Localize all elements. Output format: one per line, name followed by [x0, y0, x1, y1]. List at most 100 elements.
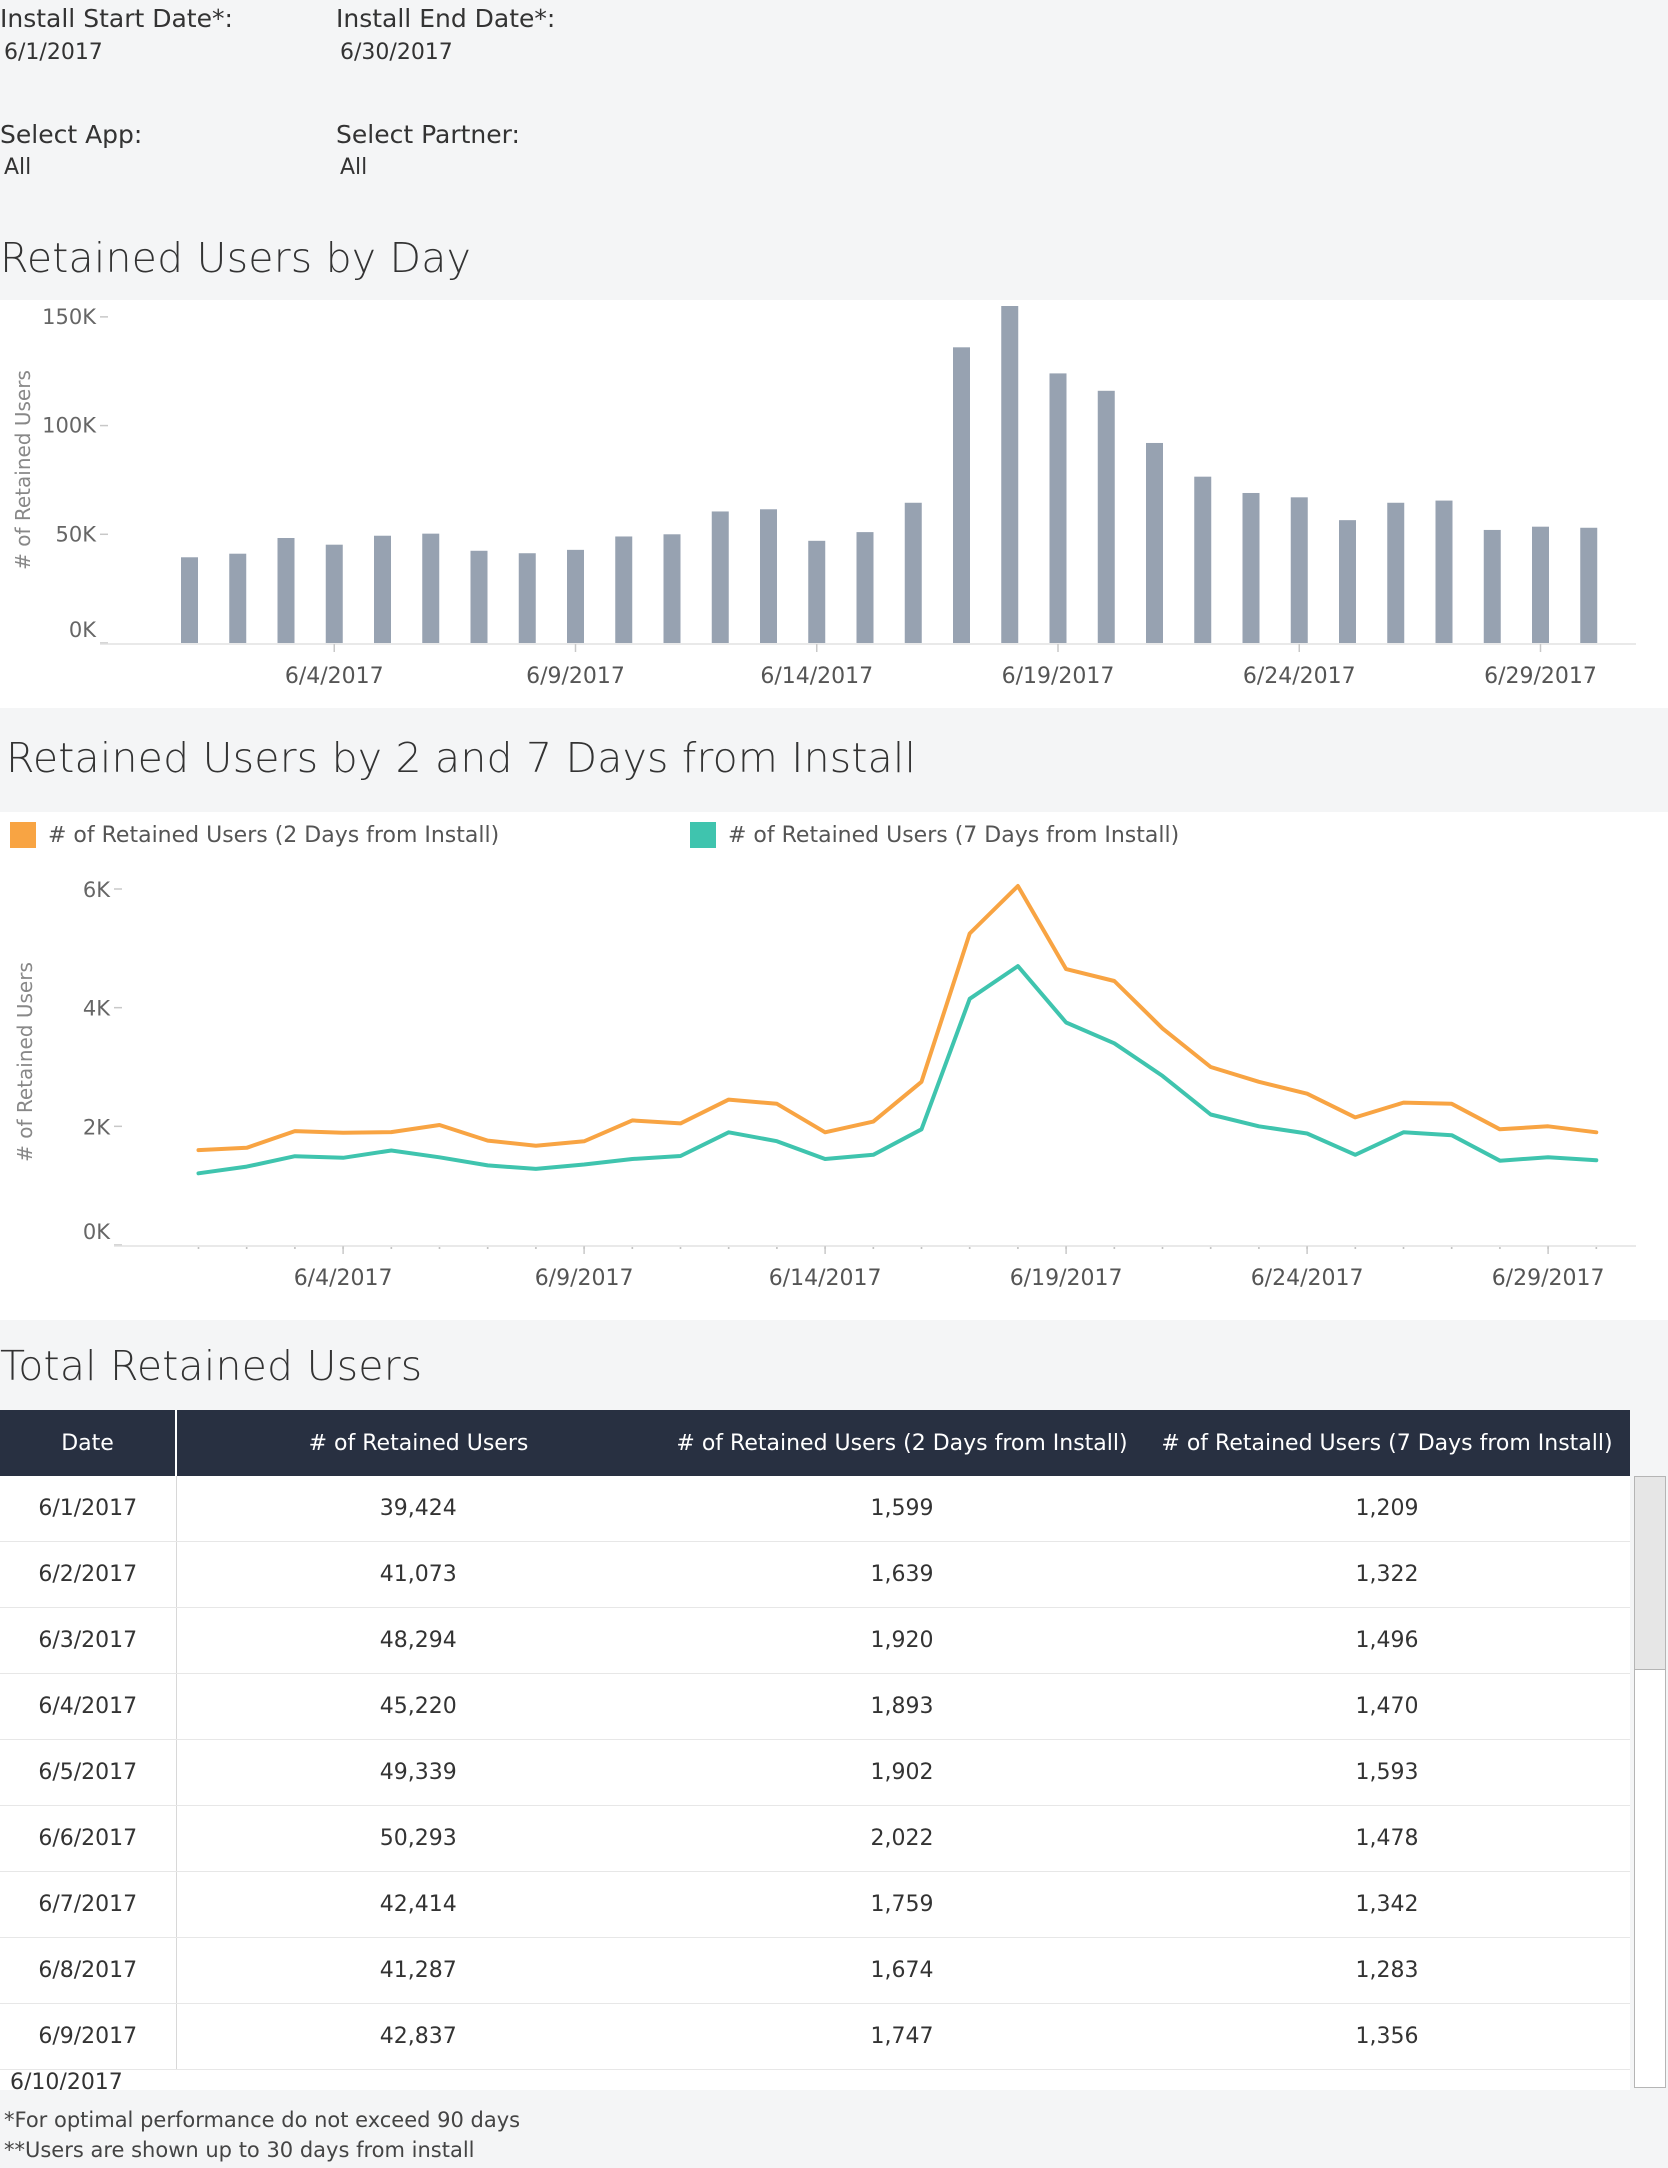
bar[interactable]: [808, 540, 826, 643]
table-row[interactable]: 6/9/2017 42,837 1,747 1,356: [0, 2003, 1630, 2070]
bar[interactable]: [904, 502, 922, 643]
bar[interactable]: [277, 537, 295, 643]
cell-retained-2-days: 1,902: [660, 1739, 1144, 1806]
x-tick-label: 6/14/2017: [769, 1266, 882, 1291]
bar[interactable]: [1242, 492, 1260, 643]
cell-retained-2-days: 1,639: [660, 1541, 1144, 1608]
x-tick-label: 6/19/2017: [1010, 1266, 1123, 1291]
bar[interactable]: [953, 347, 970, 643]
x-minor-tick: [1595, 1247, 1598, 1249]
select-partner-label: Select Partner:: [336, 120, 520, 149]
bar[interactable]: [1146, 442, 1163, 643]
bar[interactable]: [1339, 520, 1356, 643]
x-tick-label: 6/9/2017: [526, 664, 625, 689]
table-row[interactable]: 6/1/2017 39,424 1,599 1,209: [0, 1476, 1630, 1542]
cell-date: 6/4/2017: [0, 1673, 177, 1740]
bar[interactable]: [229, 553, 247, 643]
legend-item-2-days[interactable]: # of Retained Users (2 Days from Install…: [10, 822, 499, 848]
chart1-panel: 150K 100K 50K 0K # of Retained Users 6/4/2017…: [0, 300, 1668, 708]
column-header-date[interactable]: Date: [0, 1410, 177, 1476]
cell-retained-7-days: 1,209: [1144, 1476, 1630, 1542]
cell-retained: 41,073: [176, 1541, 660, 1608]
table-row[interactable]: 6/7/2017 42,414 1,759 1,342: [0, 1871, 1630, 1938]
bar[interactable]: [374, 535, 391, 643]
table-header-row: Date # of Retained Users # of Retained U…: [0, 1410, 1630, 1476]
column-header-retained-2-days[interactable]: # of Retained Users (2 Days from Install…: [660, 1410, 1144, 1476]
cell-retained-2-days: 1,893: [660, 1673, 1144, 1740]
cell-retained: 48,294: [176, 1607, 660, 1674]
select-app-value[interactable]: All: [4, 155, 31, 180]
x-minor-tick: [1402, 1247, 1405, 1249]
series-line-7-days[interactable]: [196, 964, 1599, 1176]
y-tick-label: 4K: [83, 997, 111, 1021]
x-minor-tick: [1257, 1247, 1260, 1249]
series-line-2-days[interactable]: [196, 884, 1599, 1153]
bar[interactable]: [181, 557, 198, 643]
bar[interactable]: [760, 509, 777, 643]
table-scrollbar-track[interactable]: [1634, 1476, 1666, 2088]
bar[interactable]: [663, 534, 681, 643]
bar[interactable]: [615, 536, 633, 643]
x-minor-tick: [245, 1247, 248, 1249]
bar[interactable]: [1387, 502, 1405, 643]
bar[interactable]: [856, 532, 874, 643]
retained-users-2-7-days-chart: 6K 4K 2K 0K # of Retained Users 6/4/2017 6/9/2…: [13, 878, 1636, 1291]
chart2-panel: # of Retained Users (2 Days from Install…: [0, 812, 1668, 1320]
cell-retained: 49,339: [176, 1739, 660, 1806]
column-header-retained-7-days[interactable]: # of Retained Users (7 Days from Install…: [1144, 1410, 1630, 1476]
partial-row-date: 6/10/2017: [10, 2070, 123, 2090]
bar[interactable]: [1580, 527, 1598, 643]
legend-swatch-orange: [10, 822, 36, 848]
bar[interactable]: [567, 549, 584, 643]
y-tick-label: 6K: [83, 878, 111, 902]
x-minor-tick: [1016, 1247, 1019, 1249]
cell-retained-7-days: 1,470: [1144, 1673, 1630, 1740]
x-minor-tick: [775, 1247, 778, 1249]
legend-item-7-days[interactable]: # of Retained Users (7 Days from Install…: [690, 822, 1179, 848]
table-scrollbar-thumb[interactable]: [1635, 1477, 1665, 1670]
bar[interactable]: [422, 533, 440, 643]
table-row[interactable]: 6/8/2017 41,287 1,674 1,283: [0, 1937, 1630, 2004]
bar[interactable]: [1194, 476, 1212, 643]
x-tick-label: 6/9/2017: [535, 1266, 634, 1291]
cell-retained-2-days: 1,747: [660, 2003, 1144, 2070]
cell-retained-7-days: 1,283: [1144, 1937, 1630, 2004]
x-tick-label: 6/14/2017: [760, 664, 873, 689]
start-date-value[interactable]: 6/1/2017: [4, 40, 103, 65]
table-row[interactable]: 6/2/2017 41,073 1,639 1,322: [0, 1541, 1630, 1608]
legend-label-2-days: # of Retained Users (2 Days from Install…: [48, 822, 500, 848]
cell-retained-7-days: 1,322: [1144, 1541, 1630, 1608]
column-header-retained[interactable]: # of Retained Users: [176, 1410, 660, 1476]
table-row[interactable]: 6/4/2017 45,220 1,893 1,470: [0, 1673, 1630, 1740]
cell-retained-2-days: 1,599: [660, 1476, 1144, 1542]
table-row[interactable]: 6/3/2017 48,294 1,920 1,496: [0, 1607, 1630, 1674]
bar[interactable]: [470, 550, 488, 643]
bar[interactable]: [1290, 497, 1308, 643]
bar[interactable]: [711, 511, 729, 643]
cell-retained-7-days: 1,593: [1144, 1739, 1630, 1806]
bar[interactable]: [1435, 500, 1453, 643]
bar[interactable]: [518, 553, 536, 643]
bar[interactable]: [325, 544, 343, 643]
bar[interactable]: [1049, 373, 1067, 643]
cell-date: 6/8/2017: [0, 1937, 177, 2004]
x-minor-tick: [438, 1247, 441, 1249]
chart2-title: Retained Users by 2 and 7 Days from Inst…: [6, 734, 917, 782]
select-partner-value[interactable]: All: [340, 155, 367, 180]
bar[interactable]: [1001, 306, 1019, 643]
bar[interactable]: [1097, 390, 1115, 643]
y-tick-label: 2K: [83, 1115, 111, 1139]
cell-retained: 42,414: [176, 1871, 660, 1938]
y-tick-label: 150K: [42, 305, 97, 329]
cell-date: 6/6/2017: [0, 1805, 177, 1872]
bar[interactable]: [1532, 526, 1549, 643]
cell-retained-2-days: 1,759: [660, 1871, 1144, 1938]
y-tick-label: 0K: [83, 1220, 111, 1244]
table-row[interactable]: 6/6/2017 50,293 2,022 1,478: [0, 1805, 1630, 1872]
bar[interactable]: [1483, 529, 1501, 643]
table-row[interactable]: 6/5/2017 49,339 1,902 1,593: [0, 1739, 1630, 1806]
legend-swatch-teal: [690, 822, 716, 848]
x-minor-tick: [1450, 1247, 1453, 1249]
y-axis-label: # of Retained Users: [13, 962, 37, 1162]
end-date-value[interactable]: 6/30/2017: [340, 40, 453, 65]
